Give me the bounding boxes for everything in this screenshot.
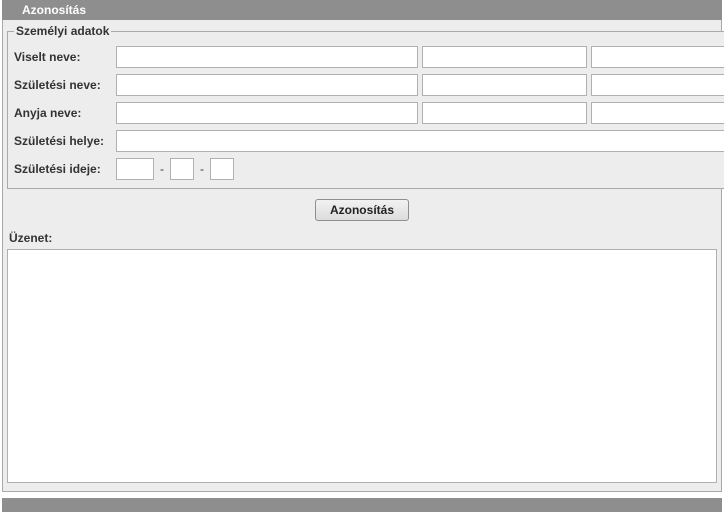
panel-content: Személyi adatok Viselt neve: Születési n… xyxy=(2,20,722,492)
panel-title: Azonosítás xyxy=(22,3,86,17)
personal-data-fieldset: Személyi adatok Viselt neve: Születési n… xyxy=(7,24,724,189)
row-anyja-neve: Anyja neve: xyxy=(14,102,724,124)
input-anyja-neve-first[interactable] xyxy=(422,102,587,124)
row-viselt-neve: Viselt neve: xyxy=(14,46,724,68)
input-viselt-neve-first[interactable] xyxy=(422,46,587,68)
row-szuletesi-ideje: Születési ideje: - - xyxy=(14,158,724,180)
row-szuletesi-helye: Születési helye: xyxy=(14,130,724,152)
button-row: Azonosítás xyxy=(7,195,717,229)
input-viselt-neve-last[interactable] xyxy=(116,46,418,68)
input-birth-year[interactable] xyxy=(116,158,154,180)
label-anyja-neve: Anyja neve: xyxy=(14,106,112,120)
date-sep-2: - xyxy=(198,162,206,176)
date-sep-1: - xyxy=(158,162,166,176)
identify-button[interactable]: Azonosítás xyxy=(315,199,409,221)
row-szuletesi-neve: Születési neve: xyxy=(14,74,724,96)
label-uzenet: Üzenet: xyxy=(9,231,717,245)
panel-footer xyxy=(2,498,722,512)
input-szuletesi-neve-last[interactable] xyxy=(116,74,418,96)
textarea-uzenet[interactable] xyxy=(7,249,717,483)
label-szuletesi-ideje: Születési ideje: xyxy=(14,162,112,176)
input-szuletesi-neve-first[interactable] xyxy=(422,74,587,96)
personal-data-legend: Személyi adatok xyxy=(14,24,111,38)
input-szuletesi-neve-middle[interactable] xyxy=(591,74,724,96)
input-birth-month[interactable] xyxy=(170,158,194,180)
input-anyja-neve-last[interactable] xyxy=(116,102,418,124)
label-viselt-neve: Viselt neve: xyxy=(14,50,112,64)
input-szuletesi-helye[interactable] xyxy=(116,130,724,152)
input-viselt-neve-middle[interactable] xyxy=(591,46,724,68)
input-anyja-neve-middle[interactable] xyxy=(591,102,724,124)
label-szuletesi-neve: Születési neve: xyxy=(14,78,112,92)
label-szuletesi-helye: Születési helye: xyxy=(14,134,112,148)
app-frame: Azonosítás Személyi adatok Viselt neve: … xyxy=(2,0,722,512)
panel-header: Azonosítás xyxy=(2,0,722,20)
input-birth-day[interactable] xyxy=(210,158,234,180)
